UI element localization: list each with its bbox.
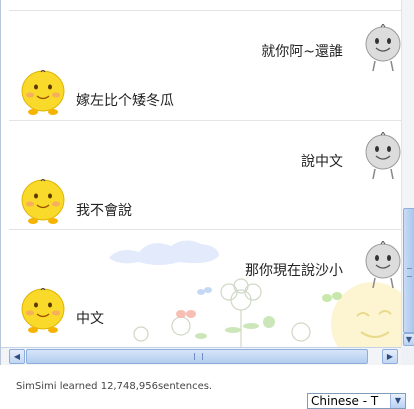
arrow-down-icon: ▼ — [405, 335, 413, 344]
scroll-down-button[interactable]: ▼ — [403, 333, 414, 346]
simsimi-message: 中文 — [76, 311, 104, 327]
user-message: 就你阿~還誰 — [261, 44, 343, 60]
user-message: 說中文 — [301, 154, 343, 170]
simsimi-avatar-icon — [21, 288, 65, 333]
arrow-right-icon: ▶ — [386, 352, 394, 361]
user-avatar-icon — [365, 132, 401, 180]
chat-window: 就你阿~還誰 嫁左比个矮冬瓜 說中文 我不會說 那你現在說沙小 中文 ▼ ◀ ▶ — [0, 0, 414, 365]
language-select[interactable]: Chinese - T ▼ — [307, 393, 406, 409]
simsimi-message: 我不會說 — [76, 203, 132, 219]
scroll-left-button[interactable]: ◀ — [9, 349, 25, 364]
grip-icon — [407, 268, 412, 277]
simsimi-avatar-icon — [21, 179, 65, 224]
scrollbar-corner — [401, 347, 414, 365]
simsimi-avatar-icon — [21, 70, 65, 115]
simsimi-message: 嫁左比个矮冬瓜 — [76, 93, 174, 109]
user-avatar-icon — [365, 241, 401, 289]
user-message: 那你現在說沙小 — [245, 263, 343, 279]
horizontal-scrollbar[interactable]: ◀ ▶ — [1, 347, 401, 365]
vertical-scroll-thumb[interactable] — [403, 208, 414, 333]
horizontal-scroll-thumb[interactable] — [26, 349, 368, 364]
chevron-down-icon[interactable]: ▼ — [390, 394, 405, 408]
learned-count-text: SimSimi learned 12,748,956sentences. — [16, 381, 213, 392]
arrow-left-icon: ◀ — [13, 352, 21, 361]
exchange: 那你現在說沙小 中文 — [9, 230, 401, 347]
vertical-scrollbar[interactable]: ▼ — [401, 0, 414, 347]
exchange: 就你阿~還誰 嫁左比个矮冬瓜 — [9, 11, 401, 121]
grip-icon — [194, 353, 203, 360]
exchange: 說中文 我不會說 — [9, 121, 401, 230]
language-selected-value: Chinese - T — [311, 394, 379, 408]
chat-log: 就你阿~還誰 嫁左比个矮冬瓜 說中文 我不會說 那你現在說沙小 中文 — [1, 0, 401, 347]
user-avatar-icon — [365, 24, 401, 72]
scroll-right-button[interactable]: ▶ — [382, 349, 398, 364]
